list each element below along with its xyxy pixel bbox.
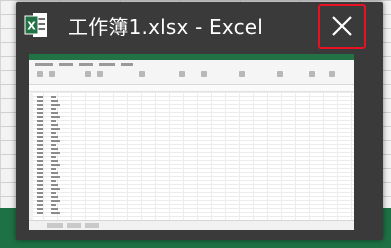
preview-cell-text bbox=[37, 116, 43, 118]
preview-cell-text bbox=[37, 148, 43, 150]
preview-cell-text bbox=[51, 160, 58, 162]
preview-cell-text bbox=[37, 204, 43, 206]
window-preview[interactable] bbox=[29, 54, 354, 230]
preview-cell-text bbox=[37, 156, 43, 158]
preview-sheet bbox=[29, 92, 354, 220]
preview-cell-text bbox=[37, 176, 43, 178]
preview-cell-text bbox=[37, 192, 43, 194]
preview-cell-text bbox=[51, 152, 60, 154]
preview-cell-text bbox=[37, 140, 43, 142]
preview-cell-text bbox=[37, 132, 43, 134]
preview-status-bar bbox=[29, 220, 354, 230]
preview-cell-text bbox=[51, 116, 60, 118]
preview-cell-text bbox=[51, 120, 56, 122]
preview-cell-text bbox=[51, 144, 56, 146]
preview-cell-text bbox=[37, 208, 43, 210]
preview-cell-text bbox=[37, 212, 43, 214]
window-title: 工作簿1.xlsx - Excel bbox=[68, 15, 264, 39]
preview-cell-text bbox=[51, 204, 56, 206]
svg-text:X: X bbox=[27, 20, 36, 33]
preview-cell-text bbox=[37, 196, 43, 198]
preview-cell-text bbox=[51, 132, 56, 134]
preview-cell-text bbox=[37, 152, 43, 154]
preview-cell-text bbox=[37, 100, 43, 102]
preview-cell-text bbox=[51, 188, 60, 190]
preview-cell-text bbox=[37, 164, 43, 166]
preview-ribbon bbox=[29, 60, 354, 85]
excel-icon: X bbox=[24, 12, 48, 38]
preview-cell-text bbox=[37, 112, 43, 114]
preview-cell-text bbox=[37, 124, 43, 126]
preview-cell-text bbox=[37, 188, 43, 190]
preview-cell-text bbox=[37, 136, 43, 138]
preview-cell-text bbox=[51, 208, 58, 210]
preview-cell-text bbox=[51, 184, 58, 186]
preview-cell-text bbox=[51, 164, 60, 166]
preview-cell-text bbox=[37, 168, 43, 170]
preview-cell-text bbox=[37, 200, 43, 202]
preview-cell-text bbox=[51, 212, 60, 214]
preview-cell-text bbox=[51, 176, 60, 178]
preview-cell-text bbox=[51, 136, 58, 138]
preview-cell-text bbox=[51, 104, 60, 106]
preview-cell-text bbox=[51, 180, 56, 182]
preview-cell-text bbox=[37, 120, 43, 122]
preview-cell-text bbox=[51, 100, 58, 102]
preview-cell-text bbox=[51, 156, 56, 158]
preview-cell-text bbox=[51, 192, 56, 194]
preview-cell-text bbox=[37, 96, 43, 98]
preview-cell-text bbox=[37, 180, 43, 182]
preview-cell-text bbox=[51, 172, 58, 174]
preview-cell-text bbox=[51, 140, 60, 142]
preview-cell-text bbox=[51, 168, 56, 170]
preview-cell-text bbox=[37, 104, 43, 106]
preview-cell-text bbox=[51, 112, 58, 114]
preview-cell-text bbox=[37, 160, 43, 162]
preview-cell-text bbox=[37, 108, 43, 110]
preview-cell-text bbox=[51, 200, 60, 202]
preview-cell-text bbox=[37, 144, 43, 146]
preview-cell-text bbox=[51, 148, 58, 150]
close-icon bbox=[332, 16, 352, 36]
close-button[interactable] bbox=[318, 4, 366, 49]
preview-cell-text bbox=[37, 128, 43, 130]
taskbar-thumbnail-card[interactable]: X 工作簿1.xlsx - Excel bbox=[16, 2, 383, 240]
preview-cell-text bbox=[37, 172, 43, 174]
preview-cell-text bbox=[51, 124, 58, 126]
preview-cell-text bbox=[51, 128, 60, 130]
preview-cell-text bbox=[51, 108, 56, 110]
preview-formula-bar bbox=[29, 85, 354, 92]
preview-cell-text bbox=[37, 184, 43, 186]
preview-cell-text bbox=[51, 196, 58, 198]
preview-cell-text bbox=[51, 96, 56, 98]
